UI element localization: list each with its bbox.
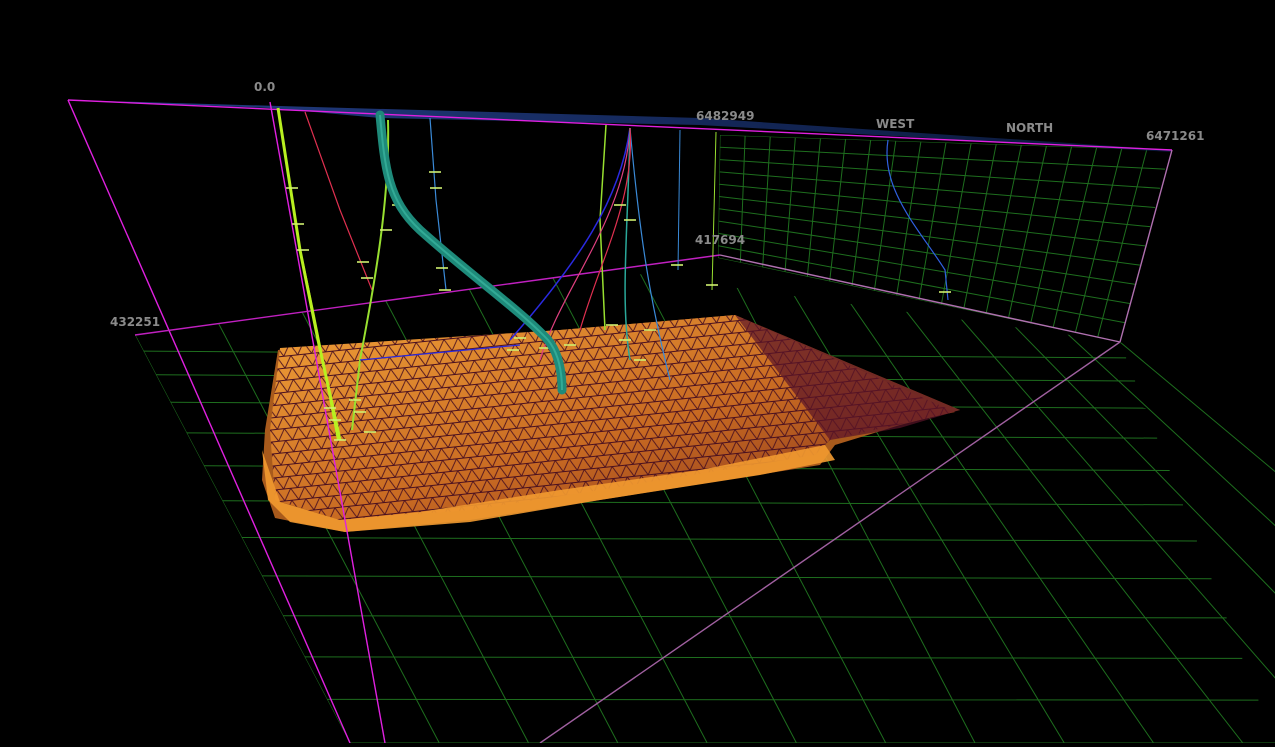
north-direction-label: NORTH: [1006, 121, 1054, 135]
northing-top-label: 6482949: [696, 109, 755, 123]
wall-grid-line: [719, 146, 1167, 170]
floor-grid-line: [327, 698, 1259, 701]
well-path[interactable]: [509, 127, 631, 341]
floor-grid-line: [1005, 316, 1275, 743]
well-path[interactable]: [304, 111, 373, 291]
wall-grid-line: [718, 208, 1141, 266]
well-path[interactable]: [579, 127, 632, 331]
floor-grid-line: [241, 536, 1197, 542]
well-path[interactable]: [429, 117, 447, 291]
well-path[interactable]: [711, 131, 717, 291]
floor-grid-line: [261, 575, 1212, 580]
easting-left-label: 432251: [110, 315, 161, 329]
wall-grid-line: [718, 245, 1126, 324]
floor-grid-line: [1062, 329, 1275, 743]
well-path[interactable]: [677, 129, 681, 271]
floor-grid-line: [776, 270, 1065, 743]
3d-scene[interactable]: [0, 0, 1275, 744]
wall-grid-line: [718, 220, 1136, 285]
floor-grid-line: [282, 615, 1227, 619]
easting-mid-label: 417694: [695, 233, 746, 247]
west-direction-label: WEST: [876, 117, 915, 131]
wall-grid-line: [719, 171, 1157, 209]
horizon-surface[interactable]: [262, 315, 960, 532]
3d-viewport[interactable]: 0.0 6482949 WEST NORTH 6471261 417694 43…: [0, 0, 1275, 744]
floor-grid-line: [304, 656, 1243, 659]
back-wall-grid: [718, 135, 1170, 342]
depth-top-label: 0.0: [254, 80, 276, 94]
floor-grid-line: [1119, 341, 1275, 743]
floor-grid-line: [948, 304, 1275, 743]
wall-grid-line: [718, 196, 1147, 247]
floor-grid-line: [833, 279, 1154, 743]
floor-grid-line: [891, 291, 1244, 743]
wall-grid-line: [719, 159, 1162, 189]
northing-right-label: 6471261: [1146, 129, 1205, 143]
